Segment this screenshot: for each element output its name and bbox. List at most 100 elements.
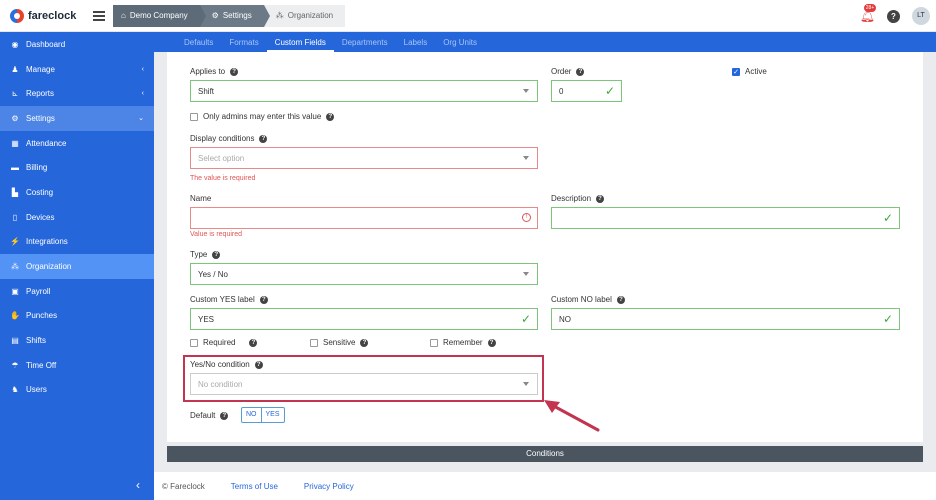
sensitive-checkbox[interactable]: Sensitive?: [310, 338, 369, 347]
caret-down-icon: [523, 89, 529, 93]
custom-yes-label: Custom YES label?: [190, 295, 268, 304]
money-icon: ▣: [11, 286, 19, 296]
collapse-sidebar-icon[interactable]: ‹: [136, 478, 140, 492]
org-icon: ⁂: [11, 262, 19, 272]
sidebar-item-time-off[interactable]: ☂ Time Off: [0, 353, 154, 378]
sidebar-item-manage[interactable]: ♟ Manage ‹: [0, 57, 154, 82]
dashboard-icon: ◉: [11, 39, 19, 49]
applies-to-select[interactable]: Shift: [190, 80, 538, 102]
sidebar-item-organization[interactable]: ⁂ Organization: [0, 254, 154, 279]
check-icon: ✓: [882, 312, 893, 326]
tab-formats[interactable]: Formats: [221, 38, 266, 52]
help-icon[interactable]: ?: [212, 250, 221, 259]
help-icon[interactable]: ?: [487, 338, 496, 347]
sidebar-item-settings[interactable]: ⚙ Settings ⌄: [0, 106, 154, 131]
help-icon[interactable]: ?: [220, 411, 229, 420]
chevron-left-icon: ‹: [141, 65, 144, 73]
sidebar-item-attendance[interactable]: ▦ Attendance: [0, 131, 154, 156]
check-icon: ✓: [604, 84, 615, 98]
terms-link[interactable]: Terms of Use: [231, 482, 278, 491]
checkbox-icon: [430, 338, 438, 347]
fareclock-logo-icon: [10, 8, 24, 23]
display-conditions-select[interactable]: Select option: [190, 147, 538, 169]
checkbox-icon: [190, 112, 198, 121]
attendance-icon: ▦: [11, 138, 19, 148]
calendar-icon: ▤: [11, 336, 19, 346]
help-icon[interactable]: ?: [616, 295, 625, 304]
logo[interactable]: fareclock: [10, 8, 88, 23]
sidebar-item-payroll[interactable]: ▣ Payroll: [0, 279, 154, 304]
menu-icon[interactable]: [93, 9, 105, 23]
annotation-arrow-icon: [544, 400, 600, 432]
name-error: Value is required: [190, 231, 243, 238]
only-admins-checkbox[interactable]: Only admins may enter this value?: [190, 112, 335, 121]
avatar[interactable]: LT: [912, 7, 930, 25]
sidebar-item-costing[interactable]: ▙ Costing: [0, 180, 154, 205]
tab-custom-fields[interactable]: Custom Fields: [266, 38, 334, 52]
umbrella-icon: ☂: [11, 360, 19, 370]
active-checkbox[interactable]: ✓ Active: [732, 67, 767, 76]
type-select[interactable]: Yes / No: [190, 263, 538, 285]
help-icon[interactable]: ?: [249, 338, 258, 347]
users-icon: ♞: [11, 385, 19, 395]
default-label: Default?: [190, 411, 229, 420]
tab-labels[interactable]: Labels: [396, 38, 436, 52]
help-icon[interactable]: ?: [326, 112, 335, 121]
description-label: Description?: [551, 194, 605, 203]
display-conditions-error: The value is required: [190, 175, 256, 182]
help-icon[interactable]: ?: [887, 9, 900, 23]
name-input[interactable]: !: [190, 207, 538, 229]
checkbox-checked-icon: ✓: [732, 67, 740, 76]
tab-defaults[interactable]: Defaults: [176, 38, 221, 52]
help-icon[interactable]: ?: [259, 134, 268, 143]
custom-yes-input[interactable]: YES ✓: [190, 308, 538, 330]
order-label: Order?: [551, 67, 585, 76]
help-icon[interactable]: ?: [596, 194, 605, 203]
highlight-box: [183, 355, 544, 402]
tab-org-units[interactable]: Org Units: [435, 38, 485, 52]
costing-icon: ▙: [11, 187, 19, 197]
chevron-left-icon: ‹: [141, 90, 144, 98]
breadcrumb-organization: ⁂ Organization: [263, 4, 346, 27]
sidebar-item-shifts[interactable]: ▤ Shifts: [0, 328, 154, 353]
home-icon: ⌂: [121, 11, 126, 20]
user-icon: ♟: [11, 64, 19, 74]
logo-text: fareclock: [28, 9, 77, 22]
privacy-link[interactable]: Privacy Policy: [304, 482, 354, 491]
breadcrumb-company[interactable]: ⌂ Demo Company: [113, 4, 206, 27]
chart-icon: ⊾: [11, 89, 19, 99]
punch-icon: ✋: [10, 311, 20, 321]
tab-departments[interactable]: Departments: [334, 38, 396, 52]
sidebar-item-reports[interactable]: ⊾ Reports ‹: [0, 81, 154, 106]
conditions-bar[interactable]: Conditions: [167, 446, 923, 462]
sidebar-item-devices[interactable]: ▯ Devices: [0, 205, 154, 230]
name-label: Name: [190, 194, 212, 203]
sidebar-item-punches[interactable]: ✋ Punches: [0, 304, 154, 329]
required-checkbox[interactable]: Required?: [190, 338, 258, 347]
remember-checkbox[interactable]: Remember?: [430, 338, 496, 347]
default-yes-button[interactable]: YES: [260, 408, 284, 422]
custom-no-input[interactable]: NO ✓: [551, 308, 900, 330]
check-icon: ✓: [882, 211, 893, 225]
order-input[interactable]: 0 ✓: [551, 80, 622, 102]
help-icon[interactable]: ?: [259, 295, 268, 304]
help-icon[interactable]: ?: [576, 67, 585, 76]
custom-no-label: Custom NO label?: [551, 295, 625, 304]
caret-down-icon: [523, 272, 529, 276]
notifications-bell-icon[interactable]: 🔔︎ 28+: [860, 4, 877, 23]
help-icon[interactable]: ?: [360, 338, 369, 347]
check-icon: ✓: [520, 312, 531, 326]
sidebar-item-dashboard[interactable]: ◉ Dashboard: [0, 32, 154, 57]
sidebar-item-billing[interactable]: ▬ Billing: [0, 155, 154, 180]
default-no-button[interactable]: NO: [242, 408, 261, 422]
device-icon: ▯: [12, 212, 18, 222]
top-bar: fareclock ⌂ Demo Company ⚙ Settings ⁂ Or…: [0, 0, 936, 32]
notification-badge: 28+: [863, 4, 877, 12]
breadcrumb-settings[interactable]: ⚙ Settings: [199, 4, 270, 27]
help-icon[interactable]: ?: [230, 67, 239, 76]
org-icon: ⁂: [275, 11, 284, 20]
description-input[interactable]: ✓: [551, 207, 900, 229]
sidebar-item-users[interactable]: ♞ Users: [0, 378, 154, 403]
sidebar-item-integrations[interactable]: ⚡ Integrations: [0, 230, 154, 255]
default-toggle: NO YES: [241, 407, 285, 423]
